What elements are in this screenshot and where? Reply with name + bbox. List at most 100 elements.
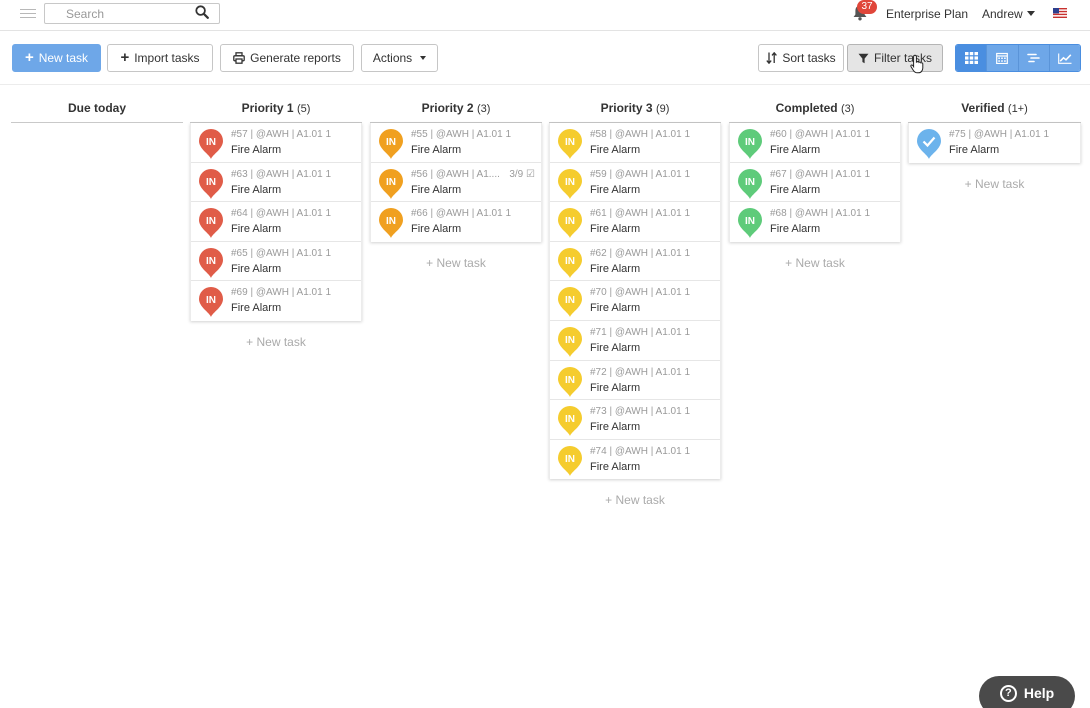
pin-label: IN	[565, 335, 575, 346]
task-card[interactable]: IN #72 | @AWH | A1.01 1 Fire Alarm	[550, 360, 720, 401]
task-card[interactable]: IN #58 | @AWH | A1.01 1 Fire Alarm	[550, 123, 720, 163]
column-new-task-link[interactable]: + New task	[190, 335, 362, 349]
card-title: Fire Alarm	[590, 144, 641, 156]
task-card[interactable]: IN #71 | @AWH | A1.01 1 Fire Alarm	[550, 320, 720, 361]
task-card[interactable]: IN #65 | @AWH | A1.01 1 Fire Alarm	[191, 241, 361, 282]
card-meta: #55 | @AWH | A1.01 1	[411, 129, 512, 140]
status-pin-icon: IN	[379, 129, 403, 159]
card-title: Fire Alarm	[411, 223, 462, 236]
task-card[interactable]: IN #69 | @AWH | A1.01 1 Fire Alarm	[191, 281, 361, 321]
task-card[interactable]: IN #56 | @AWH | A1.... Fire Alarm 3/9 ☑	[371, 162, 541, 203]
card-title: Fire Alarm	[231, 262, 282, 275]
checklist-count: 3/9	[509, 168, 524, 180]
menu-icon[interactable]	[20, 6, 36, 20]
view-switcher	[955, 44, 1081, 72]
board-column: Verified (1+) #75 | @AWH | A1.01 1 Fire Al…	[908, 100, 1081, 191]
card-meta: #75 | @AWH | A1.01 1	[949, 129, 1050, 140]
card-list: IN #58 | @AWH | A1.01 1 Fire Alarm IN #59 | …	[549, 123, 721, 480]
calendar-view-button[interactable]	[987, 45, 1019, 71]
status-pin-icon: IN	[199, 287, 223, 318]
search-input[interactable]	[45, 4, 193, 23]
task-card[interactable]: IN #61 | @AWH | A1.01 1 Fire Alarm	[550, 202, 720, 242]
card-title: Fire Alarm	[590, 341, 641, 354]
column-new-task-link[interactable]: + New task	[729, 256, 901, 270]
search-icon[interactable]	[195, 5, 209, 19]
gantt-view-icon	[1027, 53, 1040, 63]
column-name: Priority 3	[600, 101, 653, 115]
plan-link[interactable]: Enterprise Plan	[886, 7, 968, 21]
column-new-task-link[interactable]: + New task	[908, 177, 1081, 191]
generate-reports-button[interactable]: Generate reports	[220, 44, 354, 72]
column-title: Priority 3 (9)	[549, 100, 721, 122]
plus-icon: +	[120, 49, 130, 66]
card-meta: #62 | @AWH | A1.01 1	[590, 247, 691, 259]
task-card[interactable]: IN #73 | @AWH | A1.01 1 Fire Alarm	[550, 400, 720, 440]
user-name: Andrew	[982, 7, 1023, 21]
card-title: Fire Alarm	[231, 223, 282, 236]
task-card[interactable]: IN #64 | @AWH | A1.01 1 Fire Alarm	[191, 202, 361, 242]
card-meta: #57 | @AWH | A1.01 1	[231, 129, 332, 140]
column-new-task-link[interactable]: + New task	[549, 493, 721, 507]
task-card[interactable]: IN #68 | @AWH | A1.01 1 Fire Alarm	[730, 202, 900, 242]
pin-label: IN	[386, 216, 396, 227]
new-task-button[interactable]: + New task	[12, 44, 101, 72]
card-list: #75 | @AWH | A1.01 1 Fire Alarm	[908, 123, 1081, 163]
status-pin-icon: IN	[379, 208, 403, 239]
pin-label: IN	[565, 414, 575, 425]
notification-badge[interactable]: 37	[857, 0, 877, 14]
user-menu[interactable]: Andrew	[982, 7, 1035, 21]
chart-view-icon	[1058, 53, 1072, 64]
card-title: Fire Alarm	[590, 223, 641, 236]
card-title: Fire Alarm	[770, 144, 821, 156]
task-card[interactable]: IN #62 | @AWH | A1.01 1 Fire Alarm	[550, 241, 720, 282]
actions-button[interactable]: Actions	[361, 44, 438, 72]
chart-view-button[interactable]	[1049, 45, 1080, 71]
status-pin-icon: IN	[558, 129, 582, 159]
status-pin-icon: IN	[558, 366, 582, 397]
card-title: Fire Alarm	[590, 421, 641, 434]
pin-label: IN	[565, 256, 575, 267]
column-new-task-link[interactable]: + New task	[370, 256, 542, 270]
help-button[interactable]: ? Help	[979, 676, 1075, 708]
status-pin-icon: IN	[738, 129, 762, 159]
question-icon: ?	[999, 684, 1017, 702]
pin-label: IN	[206, 137, 216, 148]
filter-tasks-button[interactable]: Filter tasks	[847, 44, 943, 72]
task-card[interactable]: #75 | @AWH | A1.01 1 Fire Alarm	[909, 123, 1080, 163]
task-card[interactable]: IN #70 | @AWH | A1.01 1 Fire Alarm	[550, 281, 720, 321]
card-title: Fire Alarm	[590, 381, 641, 394]
import-tasks-button[interactable]: + Import tasks	[107, 44, 213, 72]
board-column: Priority 1 (5) IN #57 | @AWH | A1.01 1 Fire…	[190, 100, 362, 349]
task-card[interactable]: IN #57 | @AWH | A1.01 1 Fire Alarm	[191, 123, 361, 163]
gantt-view-button[interactable]	[1018, 45, 1050, 71]
card-meta: #69 | @AWH | A1.01 1	[231, 287, 332, 299]
sort-icon	[766, 52, 778, 64]
task-card[interactable]: IN #74 | @AWH | A1.01 1 Fire Alarm	[550, 439, 720, 480]
sort-tasks-button[interactable]: Sort tasks	[758, 44, 844, 72]
pin-label: IN	[565, 295, 575, 306]
filter-icon	[858, 53, 869, 63]
task-card[interactable]: IN #63 | @AWH | A1.01 1 Fire Alarm	[191, 162, 361, 203]
us-flag-icon[interactable]	[1053, 8, 1067, 18]
task-card[interactable]: IN #59 | @AWH | A1.01 1 Fire Alarm	[550, 162, 720, 203]
pin-label: IN	[565, 177, 575, 188]
task-card[interactable]: IN #67 | @AWH | A1.01 1 Fire Alarm	[730, 162, 900, 203]
column-count: (9)	[655, 103, 670, 115]
card-meta: #74 | @AWH | A1.01 1	[590, 445, 691, 457]
card-meta: #65 | @AWH | A1.01 1	[231, 247, 332, 259]
card-title: Fire Alarm	[231, 302, 282, 315]
task-card[interactable]: IN #55 | @AWH | A1.01 1 Fire Alarm	[371, 123, 541, 163]
card-title: Fire Alarm	[770, 183, 821, 196]
column-title: Completed (3)	[729, 100, 901, 122]
task-card[interactable]: IN #60 | @AWH | A1.01 1 Fire Alarm	[730, 123, 900, 163]
board-column: Completed (3) IN #60 | @AWH | A1.01 1 Fire …	[729, 100, 901, 270]
card-meta: #58 | @AWH | A1.01 1	[590, 129, 691, 140]
top-bar: 37 Enterprise Plan Andrew	[0, 0, 1090, 31]
task-card[interactable]: IN #66 | @AWH | A1.01 1 Fire Alarm	[371, 202, 541, 242]
status-pin-icon: IN	[558, 168, 582, 199]
board-view-button[interactable]	[956, 45, 988, 71]
column-count: (1+)	[1007, 103, 1028, 115]
card-meta: #68 | @AWH | A1.01 1	[770, 208, 871, 220]
column-title: Priority 2 (3)	[370, 100, 542, 122]
board-column: Priority 3 (9) IN #58 | @AWH | A1.01 1 Fire…	[549, 100, 721, 507]
